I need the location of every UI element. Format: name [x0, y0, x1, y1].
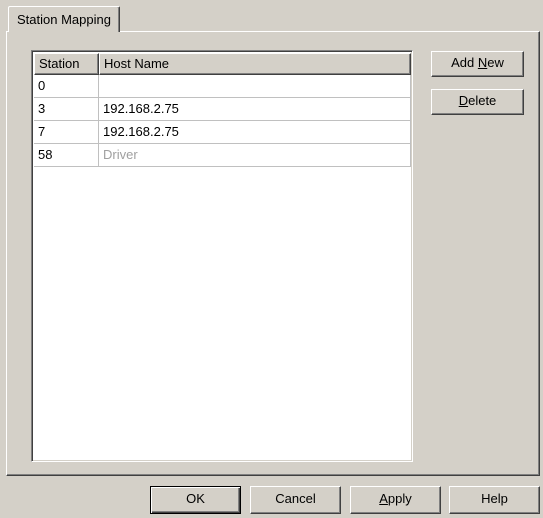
column-header-station[interactable]: Station — [34, 53, 99, 75]
station-cell: 7 — [34, 121, 99, 144]
station-cell: 0 — [34, 75, 99, 98]
station-cell: 58 — [34, 144, 99, 167]
help-button[interactable]: Help — [449, 486, 540, 514]
host-name-cell: 192.168.2.75 — [99, 98, 411, 121]
station-cell: 3 — [34, 98, 99, 121]
delete-button[interactable]: Delete — [431, 89, 524, 115]
table-row[interactable]: 58 Driver — [34, 144, 411, 167]
cancel-label: Cancel — [275, 491, 316, 506]
add-new-label-post: ew — [487, 55, 504, 70]
apply-label-post: pply — [387, 491, 412, 506]
apply-mnemonic: A — [379, 491, 388, 506]
cancel-button[interactable]: Cancel — [250, 486, 341, 514]
add-new-label-pre: Add — [451, 55, 478, 70]
list-body: 0 3 192.168.2.75 7 192.168.2.75 58 Drive… — [34, 75, 411, 167]
help-label: Help — [481, 491, 508, 506]
list-header: Station Host Name — [34, 53, 411, 75]
delete-label-post: elete — [468, 93, 497, 108]
table-row[interactable]: 0 — [34, 75, 411, 98]
table-row[interactable]: 3 192.168.2.75 — [34, 98, 411, 121]
host-name-cell — [99, 75, 411, 98]
column-header-host-name[interactable]: Host Name — [99, 53, 411, 75]
delete-mnemonic: D — [458, 93, 469, 108]
table-row[interactable]: 7 192.168.2.75 — [34, 121, 411, 144]
ok-button[interactable]: OK — [150, 486, 241, 514]
station-list[interactable]: Station Host Name 0 3 192.168.2.75 7 192… — [31, 50, 413, 462]
station-mapping-dialog: Station Mapping Station Host Name 0 3 19… — [0, 0, 543, 518]
tab-label: Station Mapping — [17, 12, 111, 27]
host-name-cell: 192.168.2.75 — [99, 121, 411, 144]
host-name-cell: Driver — [99, 144, 411, 167]
apply-button[interactable]: Apply — [350, 486, 441, 514]
ok-label: OK — [186, 491, 205, 506]
add-new-button[interactable]: Add New — [431, 51, 524, 77]
tab-station-mapping[interactable]: Station Mapping — [8, 6, 120, 32]
add-new-mnemonic: N — [477, 55, 488, 70]
